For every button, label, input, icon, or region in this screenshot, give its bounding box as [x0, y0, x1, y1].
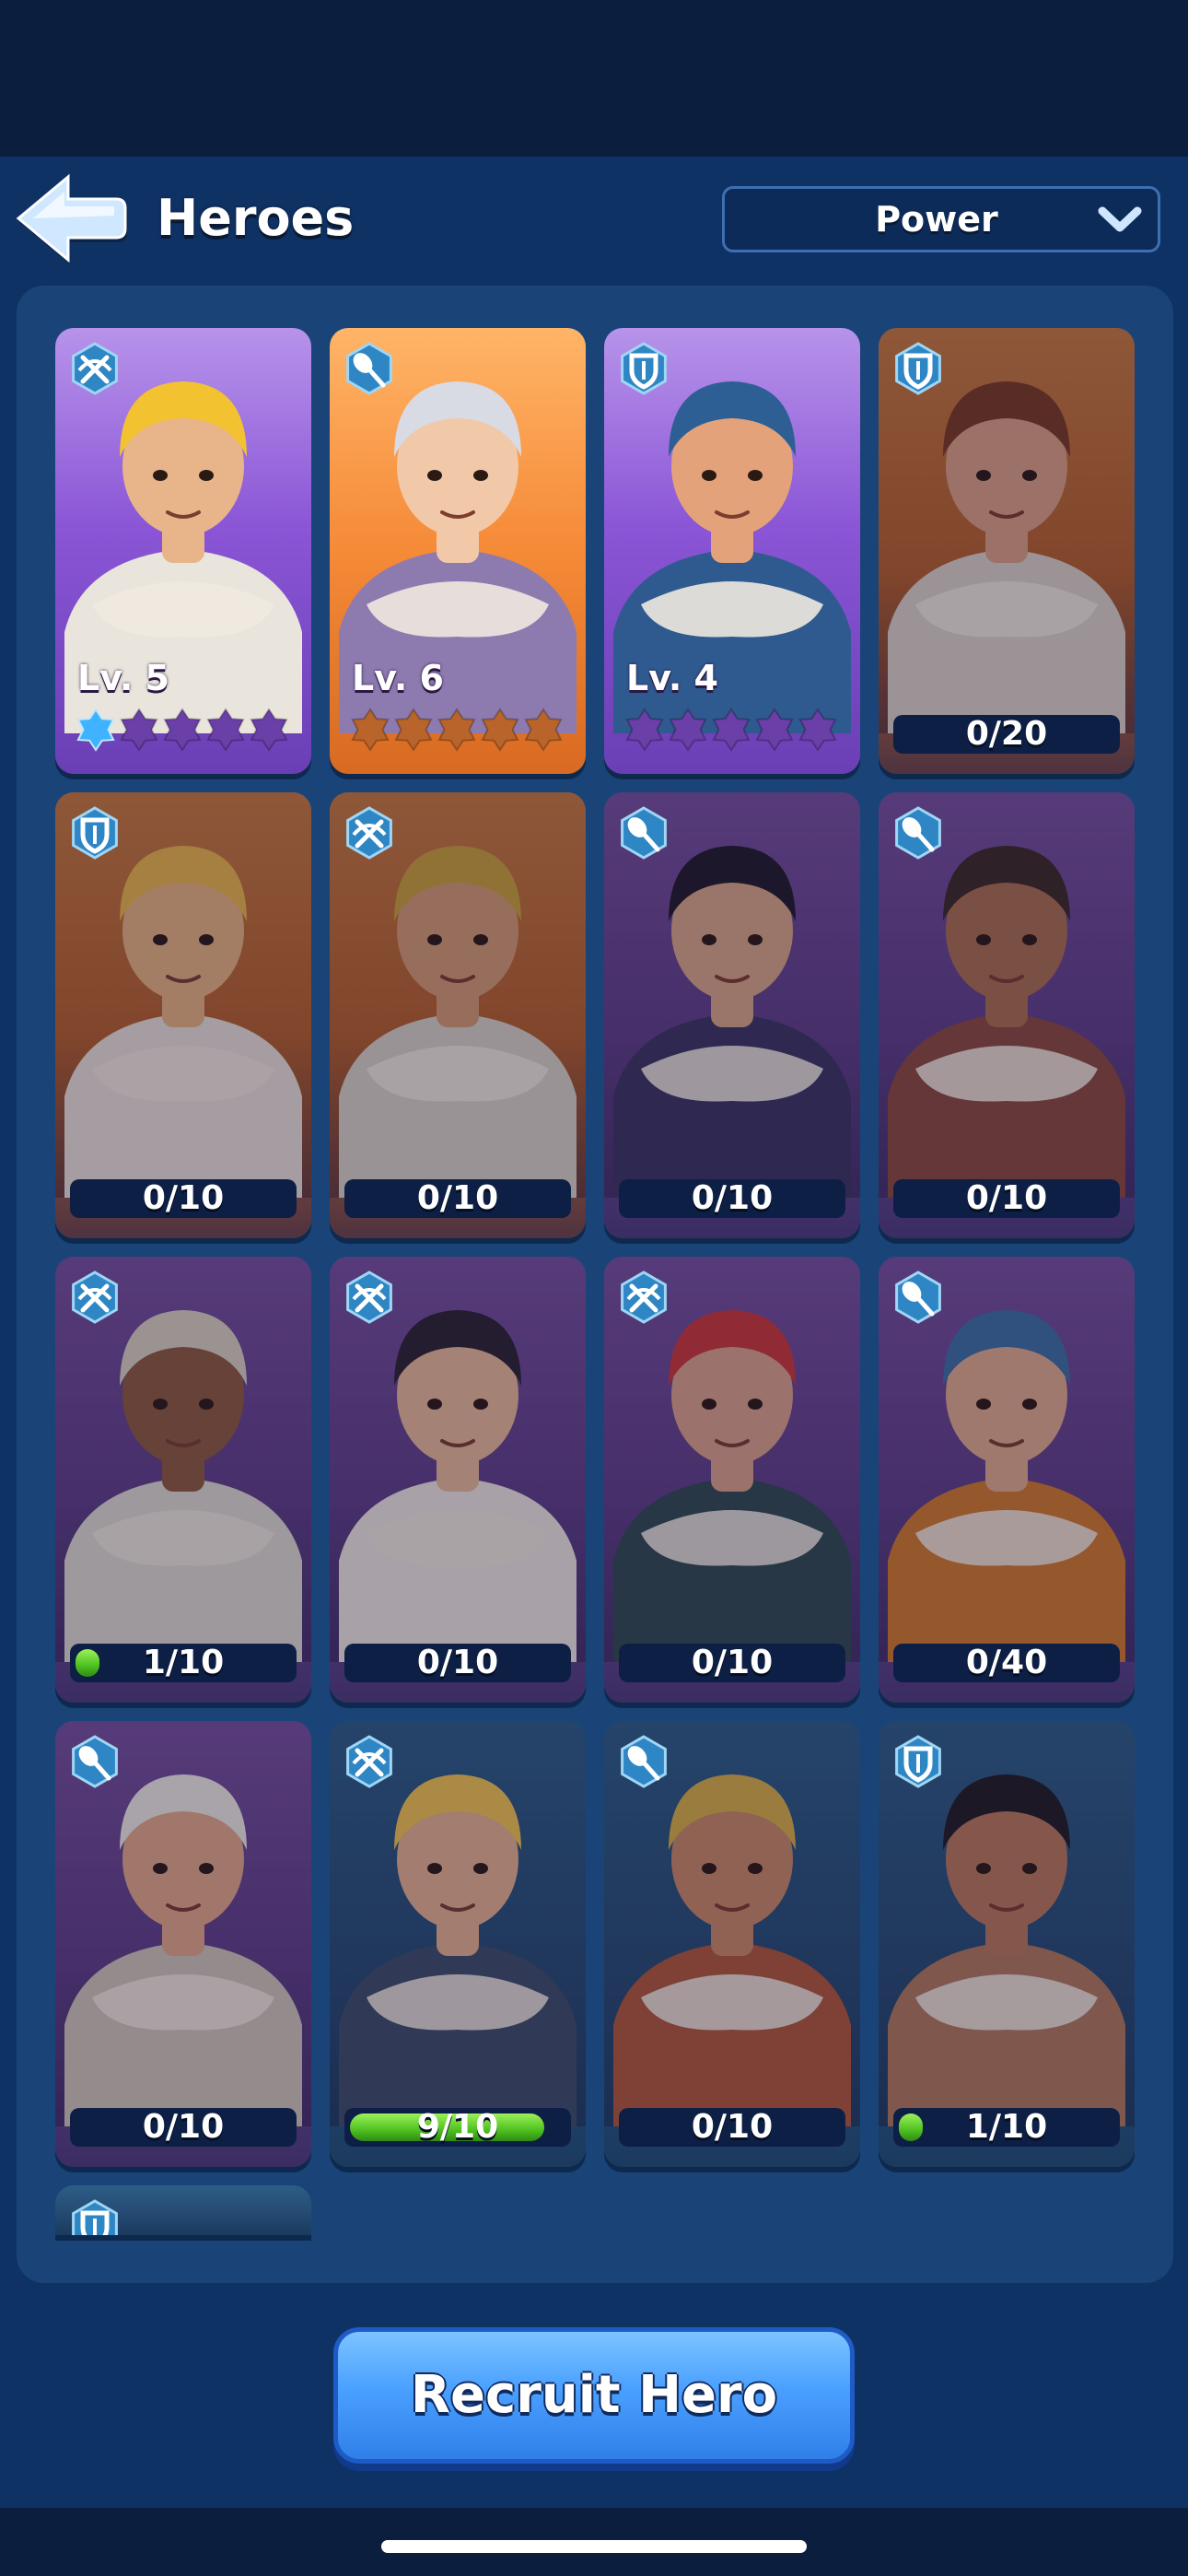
page-title: Heroes: [157, 189, 355, 247]
star-icon: [712, 708, 751, 752]
star-icon: [206, 708, 245, 752]
recruit-hero-button[interactable]: Recruit Hero: [333, 2327, 855, 2464]
crossbow-icon: [72, 1270, 118, 1324]
star-icon: [481, 708, 519, 752]
shovel-icon: [346, 342, 392, 395]
hero-card[interactable]: 0/40: [879, 1257, 1135, 1703]
star-icon: [120, 708, 158, 752]
shard-progress-bar: 0/10: [70, 1179, 297, 1218]
shovel-icon: [895, 806, 941, 860]
shard-progress-bar: 0/10: [619, 1644, 845, 1682]
crossbow-icon: [346, 806, 392, 860]
hero-card[interactable]: 0/10: [604, 792, 860, 1238]
recruit-hero-label: Recruit Hero: [410, 2365, 778, 2425]
crossbow-icon: [346, 1270, 392, 1324]
star-icon: [625, 708, 664, 752]
shard-progress-bar: 1/10: [70, 1644, 297, 1682]
hero-card[interactable]: 1/10: [879, 1721, 1135, 2167]
sort-dropdown[interactable]: Power: [722, 186, 1160, 252]
shard-progress-text: 1/10: [965, 2108, 1048, 2146]
hero-card[interactable]: 0/10: [55, 1721, 311, 2167]
back-arrow-icon: [16, 173, 127, 264]
chevron-down-icon: [1098, 206, 1142, 232]
shard-progress-bar: 0/10: [70, 2108, 297, 2147]
star-icon: [437, 708, 476, 752]
hero-card[interactable]: 0/10: [879, 792, 1135, 1238]
shield-icon: [72, 2199, 118, 2235]
crossbow-icon: [621, 1270, 667, 1324]
hero-level: Lv. 6: [352, 658, 444, 698]
shield-icon: [895, 342, 941, 395]
hero-level: Lv. 5: [77, 658, 169, 698]
star-icon: [669, 708, 707, 752]
hero-card[interactable]: 0/10: [330, 792, 586, 1238]
shield-icon: [895, 1735, 941, 1788]
crossbow-icon: [346, 1735, 392, 1788]
shard-progress-text: 0/40: [965, 1644, 1048, 1681]
shard-progress-bar: 9/10: [344, 2108, 571, 2147]
hero-card[interactable]: 0/10: [604, 1257, 860, 1703]
shard-progress-bar: 0/10: [619, 2108, 845, 2147]
hero-card[interactable]: Lv. 6: [330, 328, 586, 774]
shard-progress-bar: 0/10: [344, 1644, 571, 1682]
shovel-icon: [621, 1735, 667, 1788]
hero-card[interactable]: 1/10: [55, 1257, 311, 1703]
shard-progress-text: 0/10: [691, 1179, 774, 1217]
star-icon: [755, 708, 794, 752]
shard-progress-text: 0/10: [142, 2108, 225, 2146]
star-icon: [163, 708, 202, 752]
star-icon: [524, 708, 563, 752]
shield-icon: [621, 342, 667, 395]
shield-icon: [72, 806, 118, 860]
shovel-icon: [72, 1735, 118, 1788]
hero-card[interactable]: 0/10: [330, 1257, 586, 1703]
star-icon: [76, 708, 115, 752]
shard-progress-text: 0/10: [416, 1644, 499, 1681]
back-button[interactable]: [13, 170, 131, 267]
hero-card[interactable]: Lv. 5: [55, 328, 311, 774]
shovel-icon: [895, 1270, 941, 1324]
hero-level: Lv. 4: [626, 658, 718, 698]
hero-card[interactable]: [55, 2185, 311, 2235]
hero-card[interactable]: Lv. 4: [604, 328, 860, 774]
shard-progress-bar: 0/10: [893, 1179, 1120, 1218]
hero-card[interactable]: 0/20: [879, 328, 1135, 774]
shard-progress-text: 0/10: [965, 1179, 1048, 1217]
hero-roster-panel: Lv. 5 Lv. 6 Lv. 4 0/20 0/10 0/10 0/10 0/10 1/10 0…: [17, 286, 1173, 2283]
crossbow-icon: [72, 342, 118, 395]
sort-selected-label: Power: [875, 199, 998, 240]
shard-progress-text: 0/10: [691, 1644, 774, 1681]
shard-progress-text: 0/20: [965, 715, 1048, 753]
shard-progress-text: 0/10: [691, 2108, 774, 2146]
shard-progress-bar: 0/40: [893, 1644, 1120, 1682]
home-indicator: [381, 2540, 807, 2553]
star-rating: [351, 708, 563, 752]
star-icon: [394, 708, 433, 752]
star-rating: [625, 708, 837, 752]
hero-card[interactable]: 0/10: [55, 792, 311, 1238]
star-icon: [351, 708, 390, 752]
shard-progress-bar: 0/20: [893, 715, 1120, 754]
shard-progress-text: 9/10: [416, 2108, 499, 2146]
hero-card[interactable]: 9/10: [330, 1721, 586, 2167]
shard-progress-bar: 0/10: [344, 1179, 571, 1218]
shard-progress-text: 1/10: [142, 1644, 225, 1681]
shard-progress-bar: 0/10: [619, 1179, 845, 1218]
shard-progress-text: 0/10: [142, 1179, 225, 1217]
shard-progress-text: 0/10: [416, 1179, 499, 1217]
star-rating: [76, 708, 288, 752]
status-bar-area: [0, 0, 1188, 157]
hero-card[interactable]: 0/10: [604, 1721, 860, 2167]
shovel-icon: [621, 806, 667, 860]
star-icon: [250, 708, 288, 752]
star-icon: [798, 708, 837, 752]
shard-progress-bar: 1/10: [893, 2108, 1120, 2147]
